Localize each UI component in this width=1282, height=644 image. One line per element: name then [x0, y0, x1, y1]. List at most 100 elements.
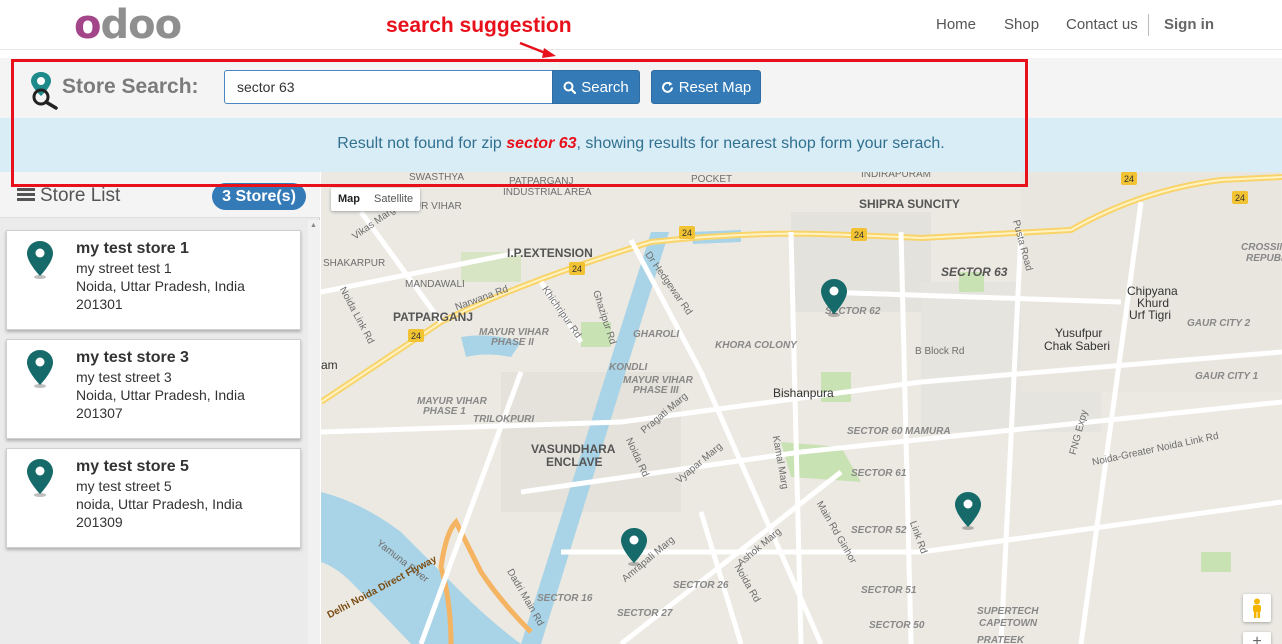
map-type-satellite-button[interactable]: Satellite [367, 188, 420, 211]
highway-24-shield: 24 [408, 329, 424, 342]
message-prefix: Result not found for zip [337, 135, 507, 152]
annotation-arrow-icon [519, 41, 556, 58]
map-label: SWASTHYA [409, 172, 465, 183]
nav-divider [1148, 14, 1149, 36]
map-label: Bishanpura [773, 386, 834, 400]
store-region: Noida, Uttar Pradesh, India [76, 387, 245, 403]
map-label: am [321, 358, 338, 372]
store-search-label: Store Search: [62, 75, 199, 98]
map-label: SHIPRA SUNCITY [859, 197, 960, 211]
map-label: MAMURA [905, 426, 951, 437]
map-label: PATPARGANJ [509, 176, 574, 187]
map-label: KHORA COLONY [715, 340, 797, 351]
map-label: Chak Saberi [1044, 339, 1111, 353]
search-button[interactable]: Search [552, 70, 640, 104]
store-card[interactable]: my test store 5 my test street 5 noida, … [6, 448, 301, 548]
search-button-label: Search [581, 78, 629, 96]
map-label: SECTOR 60 [847, 426, 903, 437]
map-label: INDIRAPURAM [861, 172, 932, 180]
svg-text:24: 24 [854, 230, 864, 240]
list-icon [17, 188, 35, 202]
map-label: GAUR CITY 1 [1195, 371, 1259, 382]
svg-text:24: 24 [572, 264, 582, 274]
pegman-icon [1253, 598, 1261, 618]
map-label: Yusufpur [1055, 326, 1103, 340]
store-search-input[interactable] [224, 70, 554, 104]
map-label: SECTOR 52 [851, 525, 907, 536]
highway-24-shield: 24 [851, 228, 867, 241]
store-list-title: Store List [40, 185, 121, 206]
store-name: my test store 1 [76, 240, 189, 257]
store-street: my street test 1 [76, 260, 172, 276]
map-label: PHASE III [633, 385, 679, 396]
map-label: SECTOR 50 [869, 620, 925, 631]
map-label: CAPETOWN [979, 618, 1038, 629]
map-label: ENCLAVE [546, 455, 603, 469]
map-type-map-button[interactable]: Map [331, 188, 367, 211]
map-label: REPUBLIK [1246, 253, 1282, 264]
svg-text:24: 24 [1124, 174, 1134, 184]
highway-24-shield: 24 [1232, 191, 1248, 204]
store-name: my test store 5 [76, 458, 189, 475]
highway-24-shield: 24 [679, 226, 695, 239]
map-label: CROSSINGS [1241, 242, 1282, 253]
svg-text:24: 24 [411, 331, 421, 341]
odoo-logo[interactable]: odoo [74, 4, 182, 46]
map-marker-icon[interactable] [954, 491, 982, 531]
store-street: my test street 5 [76, 478, 172, 494]
store-count-badge: 3 Store(s) [212, 183, 306, 210]
map-label: SECTOR 26 [673, 580, 729, 591]
store-zip: 201309 [76, 514, 123, 530]
map-label: GAUR CITY 2 [1187, 318, 1251, 329]
store-list-scrollbar[interactable] [308, 220, 320, 644]
refresh-icon [661, 81, 673, 93]
nav-shop-link[interactable]: Shop [1004, 16, 1039, 33]
map-label: B Block Rd [915, 346, 965, 357]
map-label: KONDLI [609, 362, 648, 373]
svg-text:24: 24 [1235, 193, 1245, 203]
scroll-up-arrow-icon[interactable]: ▲ [310, 222, 317, 229]
store-card[interactable]: my test store 1 my street test 1 Noida, … [6, 230, 301, 330]
map-marker-icon[interactable] [820, 278, 848, 318]
map-label: SECTOR 27 [617, 608, 673, 619]
map-label: SHAKARPUR [323, 258, 386, 269]
store-card[interactable]: my test store 3 my test street 3 Noida, … [6, 339, 301, 439]
highway-24-shield: 24 [569, 262, 585, 275]
store-map[interactable]: 24 24 24 24 24 24 SWASTHYA PATPARGANJ IN… [321, 172, 1282, 644]
nav-contact-link[interactable]: Contact us [1066, 16, 1138, 33]
store-search-icon [31, 72, 58, 110]
street-view-pegman[interactable] [1243, 594, 1271, 622]
store-zip: 201307 [76, 405, 123, 421]
store-region: Noida, Uttar Pradesh, India [76, 278, 245, 294]
map-label: PATPARGANJ [393, 310, 474, 324]
map-label: PHASE II [491, 337, 534, 348]
store-region: noida, Uttar Pradesh, India [76, 496, 243, 512]
map-label: SECTOR 63 [941, 265, 1008, 279]
nav-home-link[interactable]: Home [936, 16, 976, 33]
map-label: VASUNDHARA [531, 442, 616, 456]
map-label: PHASE 1 [423, 406, 466, 417]
map-label: SUPERTECH [977, 606, 1039, 617]
zoom-in-button[interactable]: + [1243, 632, 1271, 644]
store-marker-icon [27, 350, 53, 388]
map-label: SECTOR 16 [537, 593, 593, 604]
store-name: my test store 3 [76, 349, 189, 366]
store-street: my test street 3 [76, 369, 172, 385]
map-label: MANDAWALI [405, 279, 465, 290]
map-marker-icon[interactable] [620, 527, 648, 567]
message-zip: sector 63 [506, 135, 577, 152]
map-label: SECTOR 51 [861, 585, 917, 596]
highway-24-shield: 24 [1121, 172, 1137, 185]
map-label: POCKET [691, 174, 733, 185]
message-suffix: , showing results for nearest shop form … [576, 135, 945, 152]
annotation-label: search suggestion [386, 14, 572, 37]
search-icon [563, 81, 577, 94]
map-label: PRATEEK [977, 635, 1025, 644]
sign-in-link[interactable]: Sign in [1164, 16, 1214, 33]
map-type-control: Map Satellite [331, 188, 421, 211]
map-label: Urf Tigri [1129, 308, 1171, 322]
store-marker-icon [27, 459, 53, 497]
reset-map-button[interactable]: Reset Map [651, 70, 761, 104]
map-label: SECTOR 61 [851, 468, 907, 479]
reset-map-button-label: Reset Map [678, 78, 752, 96]
